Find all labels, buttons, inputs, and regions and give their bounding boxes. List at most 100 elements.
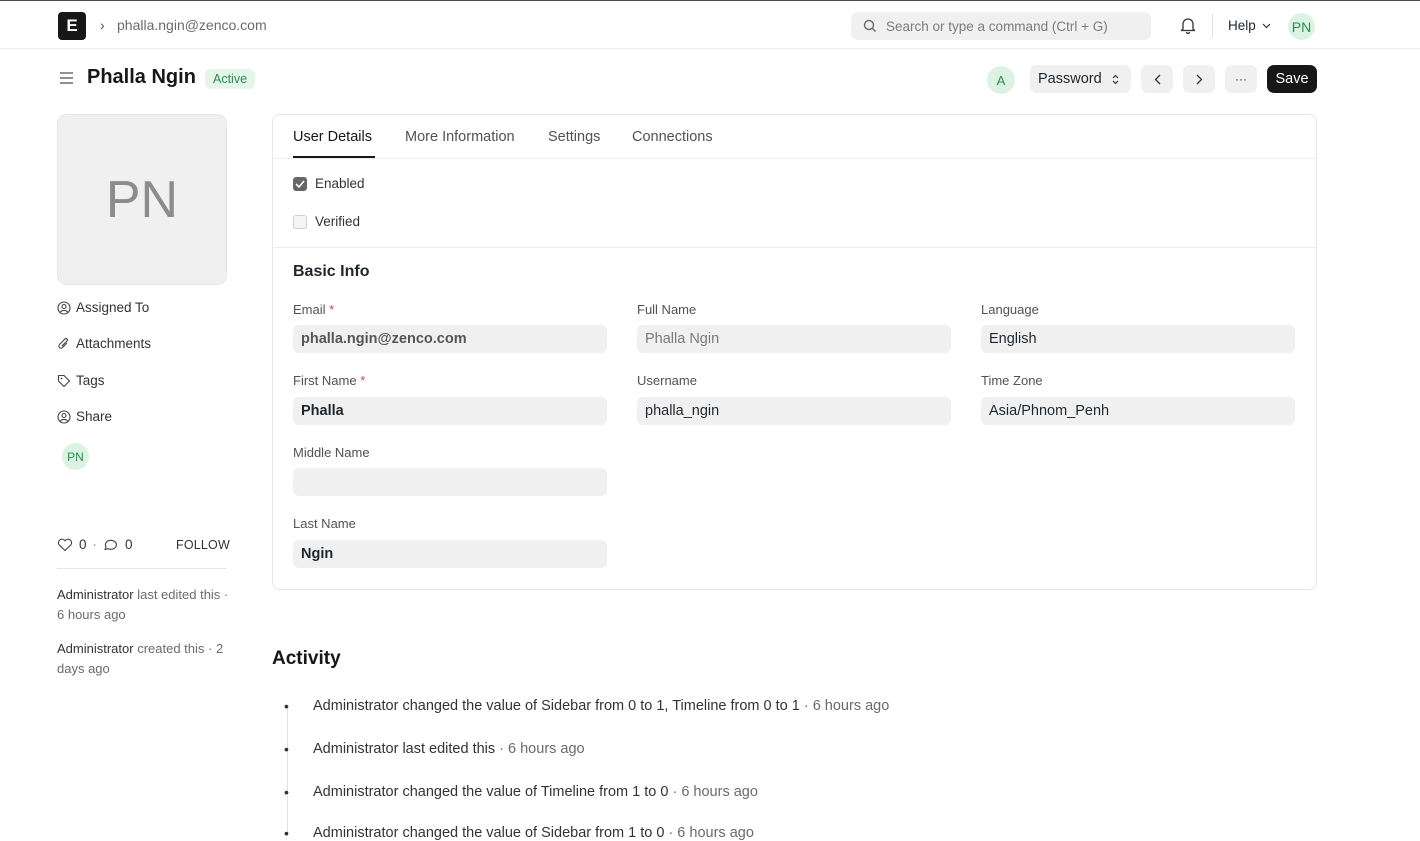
username-label: Username [637, 373, 697, 388]
activity-item: • Administrator changed the value of Sid… [284, 698, 890, 714]
first-name-label: First Name * [293, 373, 365, 388]
like-count: 0 [79, 537, 87, 552]
timeline-dot: • [284, 825, 289, 841]
more-actions-button[interactable]: ··· [1225, 65, 1257, 93]
active-tab-indicator [293, 156, 375, 158]
page-title: Phalla Ngin [87, 66, 196, 88]
chevron-down-icon [1262, 23, 1271, 28]
last-name-label: Last Name [293, 516, 356, 531]
verified-checkbox-row[interactable]: Verified [293, 214, 360, 229]
activity-time: · 6 hours ago [499, 741, 585, 757]
help-label: Help [1228, 18, 1256, 33]
last-edited-user[interactable]: Administrator [57, 587, 134, 602]
assignee-avatar[interactable]: A [987, 66, 1015, 94]
heart-icon[interactable] [57, 538, 73, 552]
timeline-dot: • [284, 741, 289, 757]
attachments-link[interactable]: Attachments [57, 336, 151, 351]
activity-text: Administrator changed the value of Sideb… [313, 825, 665, 841]
chevron-left-icon [1154, 74, 1160, 84]
activity-text: Administrator last edited this [313, 741, 496, 757]
activity-time: · 6 hours ago [672, 784, 758, 800]
comment-count: 0 [125, 537, 133, 552]
help-dropdown[interactable]: Help [1228, 18, 1271, 33]
activity-text: Administrator changed the value of Sideb… [313, 698, 800, 714]
tab-more-information[interactable]: More Information [405, 129, 515, 145]
status-badge: Active [205, 69, 256, 89]
activity-title: Activity [272, 648, 341, 669]
language-label: Language [981, 302, 1039, 317]
middle-name-label: Middle Name [293, 445, 370, 460]
assigned-to-link[interactable]: Assigned To [57, 300, 149, 315]
enabled-checkbox-row[interactable]: Enabled [293, 176, 365, 191]
search-input[interactable] [886, 18, 1136, 34]
bell-icon[interactable] [1180, 16, 1196, 34]
breadcrumb[interactable]: phalla.ngin@zenco.com [117, 17, 267, 33]
form-card: User Details More Information Settings C… [272, 114, 1317, 590]
activity-item: • Administrator last edited this · 6 hou… [284, 741, 585, 757]
app-logo[interactable]: E [58, 12, 86, 40]
verified-checkbox[interactable] [293, 214, 307, 229]
email-label: Email * [293, 302, 334, 317]
checkmark-icon [295, 179, 305, 188]
middle-name-field[interactable] [293, 468, 607, 496]
sidebar-divider [57, 568, 227, 569]
tab-connections[interactable]: Connections [632, 129, 713, 145]
tab-user-details[interactable]: User Details [293, 129, 372, 145]
activity-time: · 6 hours ago [803, 698, 890, 714]
time-zone-label: Time Zone [981, 373, 1043, 388]
sidebar-toggle-icon[interactable] [59, 71, 74, 85]
section-divider [273, 247, 1316, 248]
top-navbar: E › phalla.ngin@zenco.com Help PN [0, 0, 1420, 49]
password-label: Password [1038, 71, 1102, 87]
language-field[interactable]: English [981, 325, 1295, 353]
timeline-line [287, 706, 288, 836]
stats-separator: · [92, 537, 98, 552]
first-name-field[interactable]: Phalla [293, 397, 607, 425]
next-record-button[interactable] [1183, 65, 1215, 93]
created-user[interactable]: Administrator [57, 641, 134, 656]
user-avatar[interactable]: PN [1288, 13, 1315, 40]
password-dropdown-button[interactable]: Password [1030, 65, 1131, 93]
share-link[interactable]: Share [57, 409, 112, 424]
assigned-to-label: Assigned To [76, 300, 150, 315]
tags-label: Tags [76, 373, 105, 388]
full-name-label: Full Name [637, 302, 697, 317]
timeline-dot: • [284, 784, 289, 800]
email-field[interactable]: phalla.ngin@zenco.com [293, 325, 607, 353]
full-name-field: Phalla Ngin [637, 325, 951, 353]
tag-icon [57, 374, 71, 387]
chevron-right-icon: › [100, 17, 105, 33]
follow-button[interactable]: FOLLOW [176, 538, 230, 552]
sort-icon [1112, 74, 1119, 84]
activity-item: • Administrator changed the value of Sid… [284, 825, 754, 841]
last-name-field[interactable]: Ngin [293, 540, 607, 568]
form-tabs: User Details More Information Settings C… [273, 115, 1316, 159]
required-marker: * [360, 373, 366, 388]
share-label: Share [76, 409, 113, 424]
share-user-icon [57, 409, 71, 424]
tab-settings[interactable]: Settings [548, 129, 600, 145]
add-user-icon [57, 300, 71, 315]
more-icon: ··· [1235, 72, 1247, 86]
engagement-stats: 0 · 0 [57, 537, 133, 552]
shared-user-avatar[interactable]: PN [62, 443, 89, 470]
username-field[interactable]: phalla_ngin [637, 397, 951, 425]
verified-label: Verified [315, 214, 361, 229]
profile-image-placeholder[interactable]: PN [57, 114, 227, 285]
time-zone-select[interactable]: Asia/Phnom_Penh [981, 397, 1295, 425]
chevron-right-icon [1196, 74, 1202, 84]
enabled-label: Enabled [315, 176, 365, 191]
search-bar[interactable] [851, 12, 1151, 40]
comment-icon[interactable] [103, 538, 119, 552]
attachments-label: Attachments [76, 336, 152, 351]
enabled-checkbox[interactable] [293, 176, 307, 191]
email-label-text: Email [293, 302, 326, 317]
save-button[interactable]: Save [1267, 65, 1317, 93]
tags-link[interactable]: Tags [57, 373, 105, 388]
activity-time: · 6 hours ago [668, 825, 754, 841]
timeline-dot: • [284, 698, 289, 714]
app-logo-letter: E [66, 16, 78, 35]
created-info: Administrator created this · 2 days ago [57, 639, 232, 679]
previous-record-button[interactable] [1141, 65, 1173, 93]
navbar-divider [1212, 14, 1213, 38]
